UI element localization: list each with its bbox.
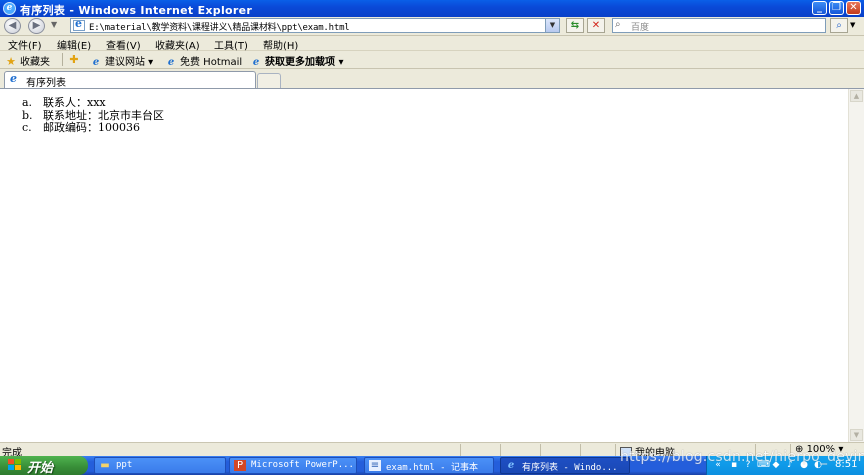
list-item-text: 联系人：xxx [43,96,106,109]
list-marker: c. [22,121,32,134]
add-to-favorites-button[interactable]: ✚ [68,53,83,66]
list-marker: a. [22,96,33,109]
menu-tools[interactable]: 工具(T) [214,37,248,52]
add-favorite-icon: ✚ [69,53,79,66]
taskbar-item-notepad[interactable]: ≡ exam.html - 记事本 [364,457,494,474]
search-button[interactable]: ⌕ [830,18,848,33]
task-label: 有序列表 - Windo... [522,463,618,473]
windows-flag-icon [8,459,21,471]
status-pane-divider [460,444,461,456]
status-pane-divider [580,444,581,456]
toolbar-separator [62,53,63,66]
back-arrow-icon: ◀ [8,20,17,31]
taskbar-item-powerpoint[interactable]: P Microsoft PowerP... [229,457,357,474]
start-button[interactable]: 开始 [0,456,88,476]
ie-icon: e [167,57,175,68]
watermark: https://blog.csdn.net/hierpo_devin [620,449,864,465]
favorites-label: 收藏夹 [20,57,50,68]
task-label: exam.html - 记事本 [386,463,479,473]
task-label: ppt [116,460,133,470]
menu-view[interactable]: 查看(V) [106,37,141,52]
page-content: a. 联系人：xxx b. 联系地址：北京市丰台区 c. 邮政编码：100036 [0,89,848,442]
list-item-text: 邮政编码：100036 [43,121,140,134]
taskbar-item-ie[interactable]: e 有序列表 - Windo... [500,457,630,474]
menu-help[interactable]: 帮助(H) [263,37,298,52]
vertical-scrollbar[interactable]: ▲ ▼ [848,89,864,442]
status-pane-divider [500,444,501,456]
window-title-bar[interactable]: e 有序列表 - Windows Internet Explorer _ ❐ ✕ [0,0,864,17]
suggested-sites-link[interactable]: e 建议网站 ▾ [90,53,153,68]
back-button[interactable]: ◀ [4,18,21,34]
task-label: Microsoft PowerP... [251,460,354,470]
search-provider-icon: ⌕ [615,19,621,30]
recent-pages-dropdown-icon[interactable]: ▼ [51,20,57,29]
tab-ordered-list[interactable]: e 有序列表 [4,71,256,89]
minimize-button[interactable]: _ [812,1,827,15]
ie-icon: e [92,57,100,68]
window-title: 有序列表 - Windows Internet Explorer [20,4,253,17]
favorites-bar: ★ 收藏夹 ✚ e 建议网站 ▾ e 免费 Hotmail e 获取更多加载项 ▾ [0,51,864,69]
list-item-text: 联系地址：北京市丰台区 [43,108,164,122]
folder-icon: ▬ [100,460,110,471]
start-label: 开始 [27,461,54,476]
menu-file[interactable]: 文件(F) [8,37,42,52]
free-hotmail-link[interactable]: e 免费 Hotmail [165,53,242,68]
menu-edit[interactable]: 编辑(E) [57,37,91,52]
free-hotmail-label: 免费 Hotmail [180,57,243,68]
get-more-addons-link[interactable]: e 获取更多加载项 ▾ [250,53,344,68]
stop-button[interactable]: ✕ [587,18,605,33]
suggested-sites-label: 建议网站 ▾ [105,57,154,68]
page-icon [73,17,85,31]
forward-arrow-icon: ▶ [32,20,41,31]
new-tab-button[interactable] [257,73,281,88]
scroll-up-icon[interactable]: ▲ [850,90,863,102]
search-input[interactable]: 百度 [631,20,649,33]
ie-icon: e [10,72,17,85]
favorites-button[interactable]: ★ 收藏夹 [5,53,50,68]
status-pane-divider [540,444,541,456]
menu-favorites[interactable]: 收藏夹(A) [155,37,200,52]
maximize-button[interactable]: ❐ [829,1,844,15]
refresh-icon: ⇆ [570,20,580,31]
tab-strip: e 有序列表 [0,69,864,89]
status-pane-divider [615,444,616,456]
favorites-star-icon: ★ [6,55,16,68]
close-button[interactable]: ✕ [846,1,861,15]
powerpoint-icon: P [234,460,246,471]
search-options-dropdown-icon[interactable]: ▼ [850,21,855,29]
notepad-icon: ≡ [369,460,381,471]
forward-button[interactable]: ▶ [28,18,45,34]
stop-icon: ✕ [591,20,601,31]
scroll-down-icon[interactable]: ▼ [850,429,863,441]
taskbar-item-ppt-folder[interactable]: ▬ ppt [94,457,226,474]
menu-bar: 文件(F) 编辑(E) 查看(V) 收藏夹(A) 工具(T) 帮助(H) [0,36,864,52]
address-input[interactable]: E:\material\教学资料\课程讲义\精品课材料\ppt\exam.htm… [89,20,350,33]
list-item: c. 邮政编码：100036 [22,121,164,135]
ie-icon: e [507,460,515,471]
ordered-list: a. 联系人：xxx b. 联系地址：北京市丰台区 c. 邮政编码：100036 [22,96,164,135]
get-more-addons-label: 获取更多加载项 ▾ [265,57,344,68]
search-icon: ⌕ [836,20,842,31]
search-box[interactable]: ⌕ 百度 [612,18,826,33]
ie-icon: e [252,57,260,68]
address-bar[interactable]: E:\material\教学资料\课程讲义\精品课材料\ppt\exam.htm… [70,17,560,33]
tab-label: 有序列表 [26,78,66,89]
address-toolbar: ◀ ▶ ▼ E:\material\教学资料\课程讲义\精品课材料\ppt\ex… [0,17,864,36]
refresh-button[interactable]: ⇆ [566,18,584,33]
address-dropdown-icon[interactable]: ▼ [545,19,559,32]
ie-icon: e [3,2,16,15]
